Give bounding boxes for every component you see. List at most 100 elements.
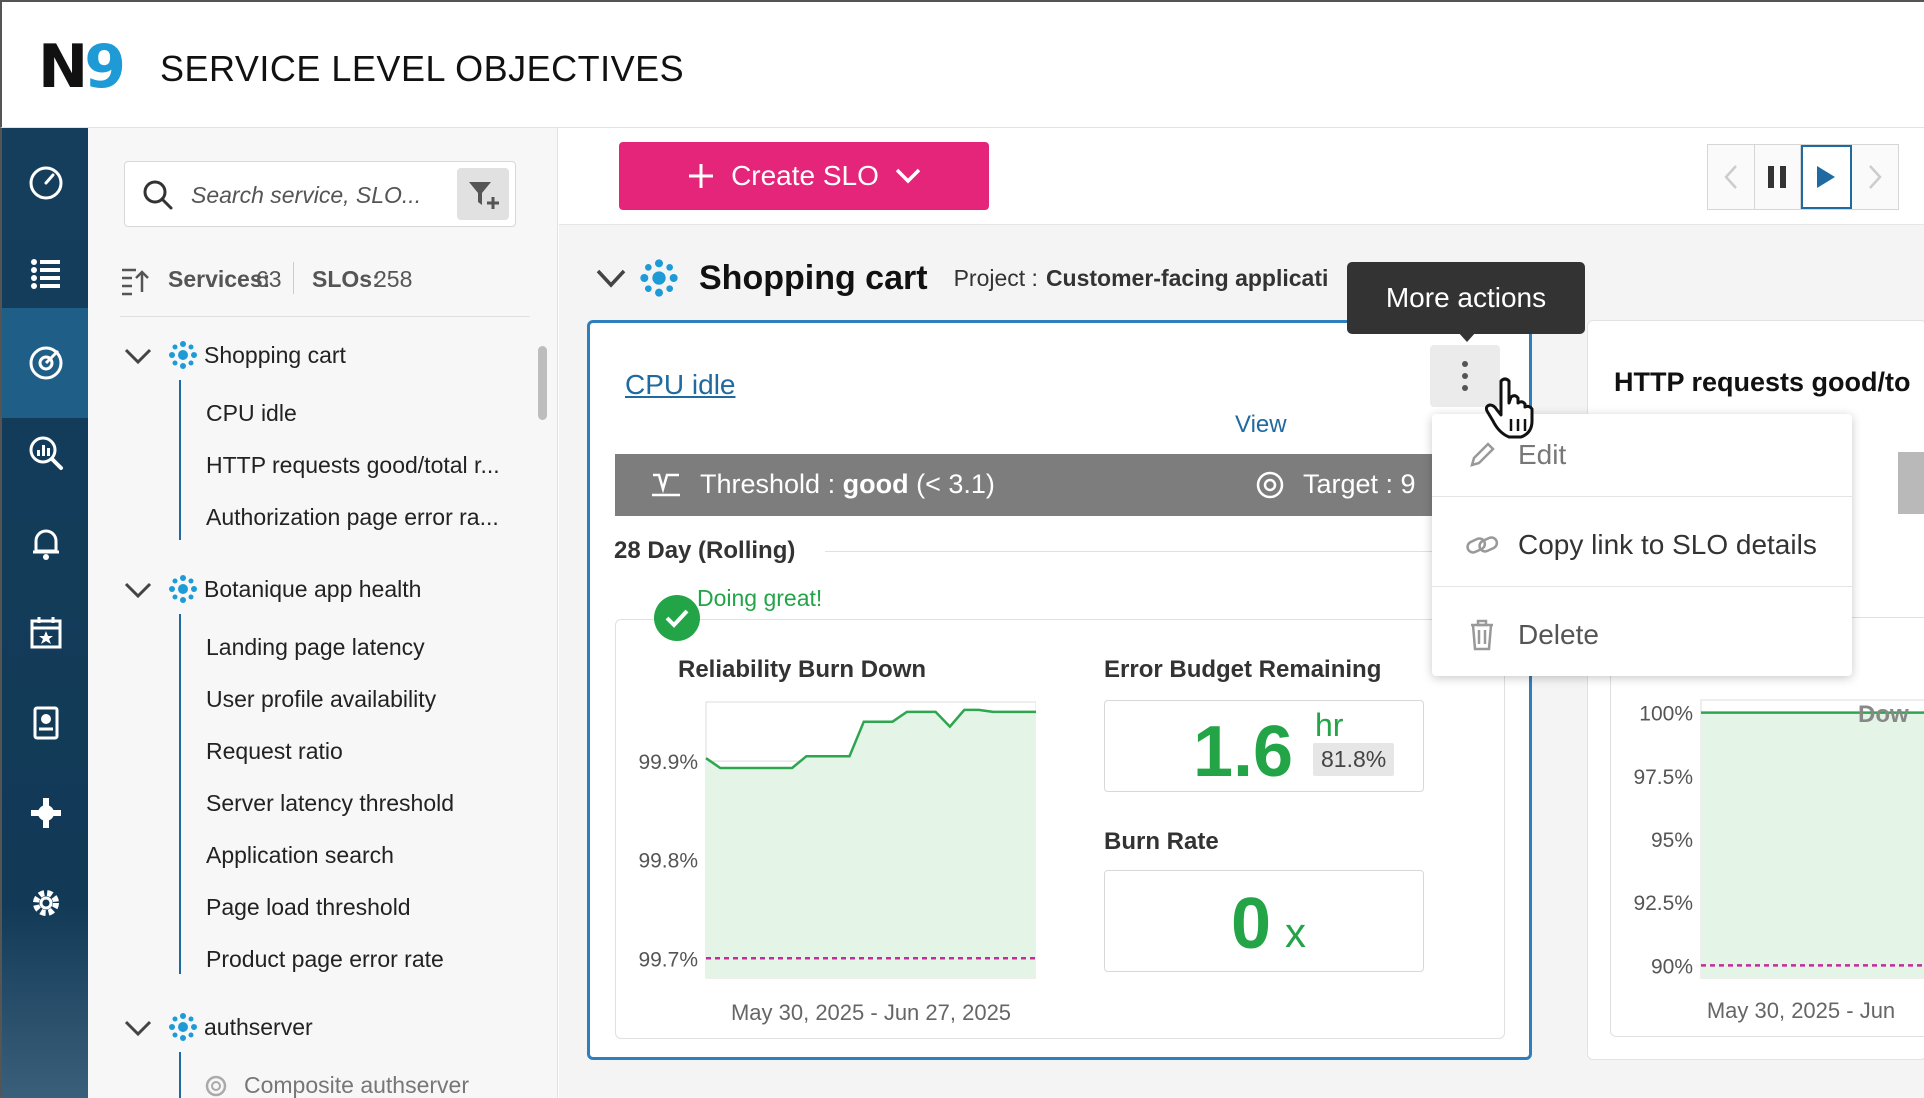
tree-item-request-ratio[interactable]: Request ratio <box>206 738 343 765</box>
services-label: Services: <box>168 266 271 292</box>
check-icon <box>654 595 700 641</box>
tree-item-page-load[interactable]: Page load threshold <box>206 894 411 921</box>
menu-edit-label: Edit <box>1518 439 1567 470</box>
sidebar-counts: Services: 63 SLOs: 258 <box>120 262 530 306</box>
search-chart-icon <box>29 436 63 470</box>
play-button[interactable] <box>1801 145 1852 209</box>
prev-button[interactable] <box>1708 145 1755 209</box>
y-tick-label: 99.9% <box>638 751 698 774</box>
y-tick-label: 99.7% <box>638 948 698 971</box>
tree-item-http-requests[interactable]: HTTP requests good/total r... <box>206 452 500 479</box>
tree-item-application-search[interactable]: Application search <box>206 842 394 869</box>
menu-item-delete[interactable]: Delete <box>1432 594 1852 676</box>
threshold-icon <box>652 473 680 496</box>
x-range-label: May 30, 2025 - Jun <box>1707 998 1895 1023</box>
tree-item-cpu-idle[interactable]: CPU idle <box>206 400 297 427</box>
logo[interactable]: N9 <box>38 32 126 102</box>
tree-item-authorization[interactable]: Authorization page error ra... <box>206 504 499 531</box>
chevron-down-icon[interactable] <box>595 267 627 289</box>
threshold-label: Threshold : <box>700 469 836 499</box>
threshold-bar <box>1898 452 1924 514</box>
nav-rail <box>0 128 90 1098</box>
y-tick-label: 97.5% <box>1633 766 1693 789</box>
x-range-label: May 30, 2025 - Jun 27, 2025 <box>731 1000 1011 1025</box>
error-budget-title: Error Budget Remaining <box>1104 656 1382 683</box>
pause-button[interactable] <box>1755 145 1802 209</box>
puzzle-icon <box>31 798 61 828</box>
gauge-icon <box>29 166 63 200</box>
tree-line <box>179 1052 181 1098</box>
reliability-burn-down-chart: 100% 97.5% 95% 92.5% 90% May 30, 2025 - Jun <box>1633 699 1924 1023</box>
play-icon <box>1817 166 1836 188</box>
report-icon <box>33 706 59 740</box>
error-budget-box: 1.6 hr 81.8% <box>1104 700 1424 792</box>
error-budget-unit: hr <box>1315 707 1344 743</box>
item-label: Composite authserver <box>244 1072 469 1098</box>
y-tick-label: 95% <box>1651 829 1693 852</box>
slo-title-link[interactable]: CPU idle <box>625 369 735 401</box>
group-name: Botanique app health <box>204 576 422 602</box>
tree-item-user-profile[interactable]: User profile availability <box>206 686 436 713</box>
service-name: Shopping cart <box>699 258 928 297</box>
threshold-bar: Threshold : good (< 3.1) Target : 9 <box>615 454 1495 516</box>
bell-icon <box>33 529 59 560</box>
target-icon <box>29 346 63 380</box>
group-name: Shopping cart <box>204 342 346 368</box>
rail-settings[interactable] <box>2 848 90 958</box>
list-icon <box>31 259 60 289</box>
toolbar: Create SLO <box>559 128 1924 225</box>
tree-item-landing-latency[interactable]: Landing page latency <box>206 634 425 661</box>
gear-icon <box>33 890 59 916</box>
target-label: Target : 9 <box>1303 469 1416 499</box>
composite-icon <box>205 1075 227 1097</box>
chevron-down-icon <box>895 168 921 184</box>
burn-rate-box: 0 x <box>1104 870 1424 972</box>
menu-item-copy-link[interactable]: Copy link to SLO details <box>1432 504 1852 586</box>
hand-pointer-icon <box>1484 377 1534 439</box>
burn-rate-unit: x <box>1285 909 1306 956</box>
status-text: Doing great! <box>697 585 823 611</box>
calendar-icon <box>30 617 62 649</box>
chevron-down-icon <box>124 1020 152 1037</box>
kebab-dot <box>1462 373 1468 379</box>
project-label: Project : <box>953 264 1038 291</box>
sort-icon[interactable] <box>120 262 150 296</box>
playback-controls <box>1707 144 1899 210</box>
app-header: N9 SERVICE LEVEL OBJECTIVES <box>0 0 1924 128</box>
filter-add-icon <box>469 182 499 209</box>
menu-delete-label: Delete <box>1518 619 1599 650</box>
tree-item-product-page[interactable]: Product page error rate <box>206 946 444 973</box>
slo-title[interactable]: HTTP requests good/to <box>1614 367 1911 398</box>
chart-title: Reliability Burn Down <box>678 656 927 683</box>
slo-sidebar: Search service, SLO... Services: 63 SLOs… <box>88 128 558 1098</box>
create-slo-button[interactable]: Create SLO <box>619 142 989 210</box>
tree-line <box>179 380 181 540</box>
more-actions-menu: Edit Copy link to SLO details Delete <box>1432 414 1852 676</box>
kebab-dot <box>1462 385 1468 391</box>
threshold-condition: (< 3.1) <box>916 469 995 499</box>
project-name[interactable]: Customer-facing applicati <box>1046 265 1328 292</box>
chevron-down-icon <box>124 348 152 365</box>
divider <box>1432 586 1852 587</box>
counts-divider <box>293 262 294 294</box>
search-input[interactable]: Search service, SLO... <box>124 161 516 227</box>
search-icon <box>143 180 173 210</box>
chevron-right-icon <box>1868 165 1882 189</box>
view-link[interactable]: View <box>1235 411 1287 439</box>
burn-rate-title: Burn Rate <box>1104 828 1219 855</box>
status-indicator <box>654 595 700 641</box>
target-icon <box>1256 471 1284 498</box>
menu-copy-label: Copy link to SLO details <box>1518 529 1817 560</box>
service-icon <box>169 341 197 369</box>
filter-button[interactable] <box>457 168 509 220</box>
error-budget-percent: 81.8% <box>1313 743 1395 776</box>
tooltip-arrow <box>1458 332 1476 342</box>
slos-count: 258 <box>374 266 413 292</box>
tree-item-server-latency[interactable]: Server latency threshold <box>206 790 454 817</box>
slo-metrics-panel: 100% 97.5% 95% 92.5% 90% May 30, 2025 - Jun <box>1610 617 1924 1037</box>
kebab-icon <box>1462 361 1468 367</box>
next-button[interactable] <box>1852 145 1898 209</box>
sidebar-scrollbar[interactable] <box>538 346 547 420</box>
link-icon <box>1464 527 1500 563</box>
pencil-icon <box>1464 437 1500 473</box>
